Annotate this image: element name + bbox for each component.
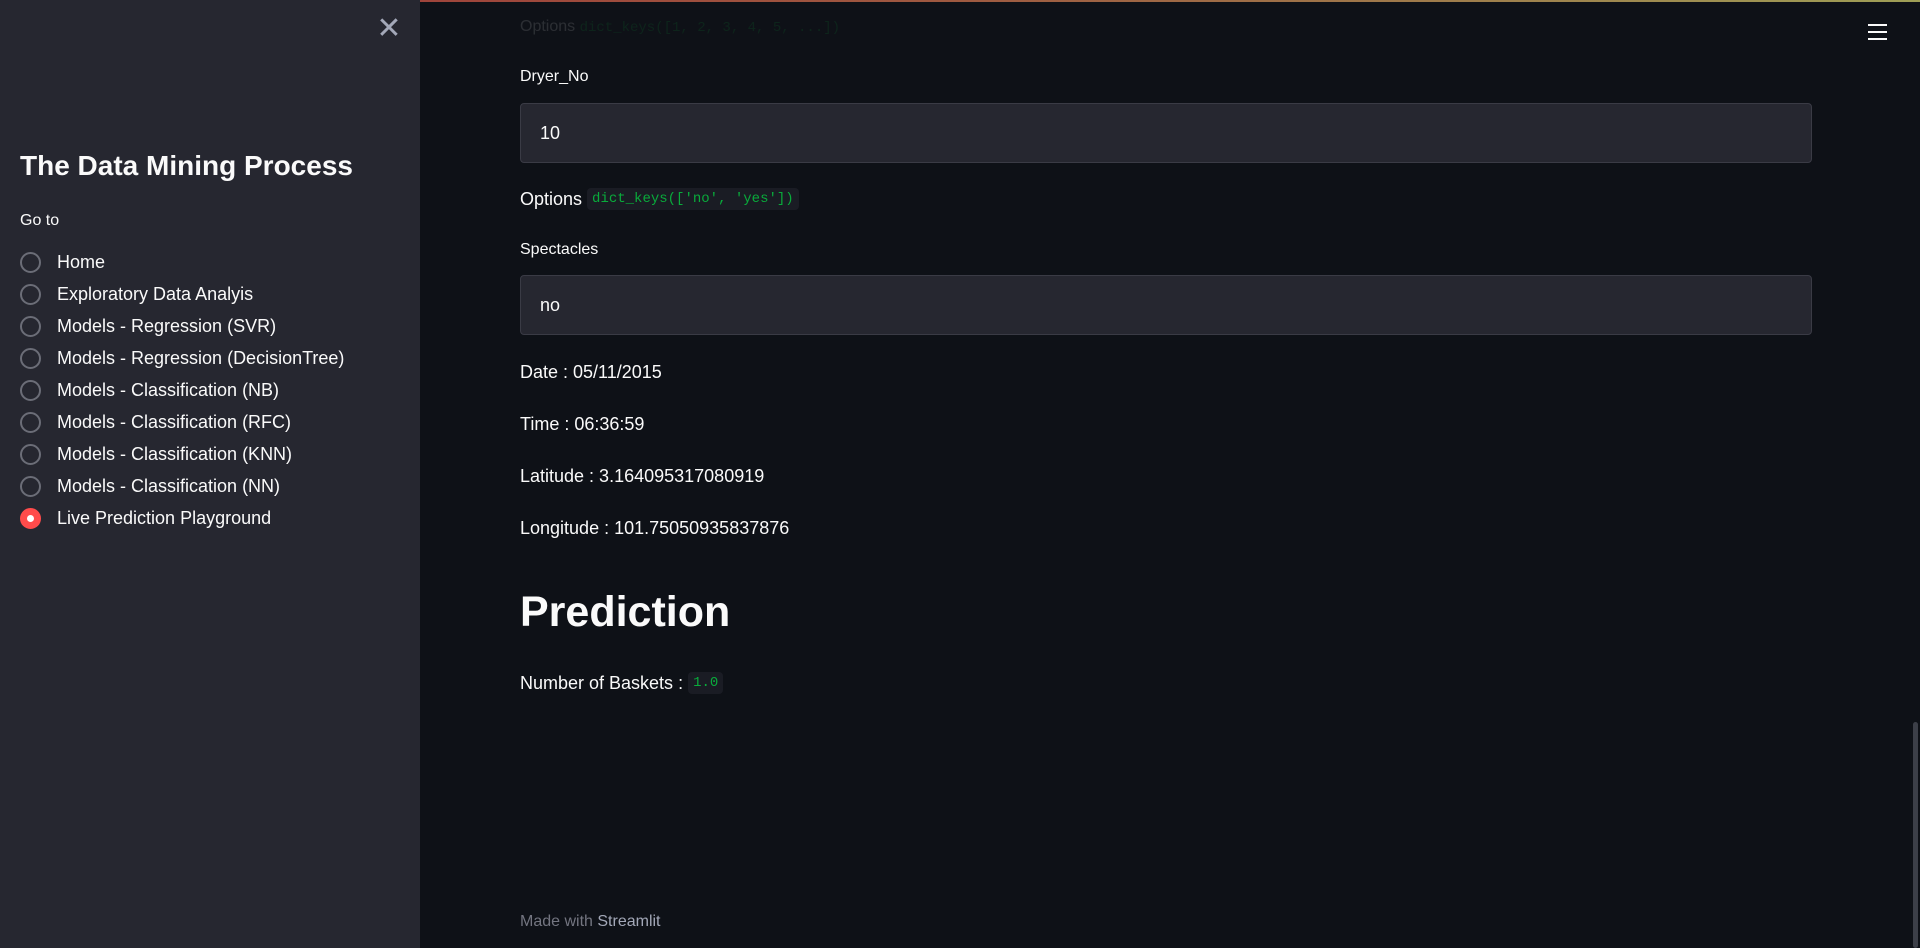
- close-sidebar-button[interactable]: ✕: [374, 14, 404, 44]
- nav-radio-label: Models - Classification (KNN): [57, 443, 293, 464]
- hamburger-menu-icon[interactable]: [1868, 24, 1890, 42]
- nav-radio-label: Home: [57, 251, 106, 272]
- nav-radio-label: Models - Regression (SVR): [57, 315, 277, 336]
- radio-button-icon[interactable]: [20, 315, 41, 337]
- nav-radio-option[interactable]: Models - Classification (RFC): [20, 406, 344, 438]
- nav-radio-option[interactable]: Home: [20, 246, 344, 278]
- radio-selected-dot-icon: [27, 514, 34, 522]
- spectacles-label: Spectacles: [520, 241, 599, 258]
- spectacles-options-line: Options dict_keys(['no', 'yes']): [520, 188, 799, 210]
- dryer-no-label: Dryer_No: [520, 68, 589, 85]
- nav-radio-option[interactable]: Live Prediction Playground: [20, 502, 344, 534]
- sidebar: ✕ The Data Mining Process Go to Home Expl…: [0, 0, 420, 948]
- radio-button-icon[interactable]: [20, 379, 41, 401]
- nav-radio-label: Models - Regression (DecisionTree): [57, 347, 345, 368]
- nav-radio-option[interactable]: Exploratory Data Analyis: [20, 278, 344, 310]
- spectacles-select[interactable]: no: [520, 275, 1812, 335]
- radio-button-icon[interactable]: [20, 443, 41, 465]
- nav-radio-label: Exploratory Data Analyis: [57, 283, 254, 304]
- baskets-label: Number of Baskets :: [520, 672, 684, 693]
- nav-radio-option[interactable]: Models - Regression (DecisionTree): [20, 342, 344, 374]
- nav-radio-label: Models - Classification (NN): [57, 475, 281, 496]
- options-label: Options: [520, 188, 583, 209]
- navigation-radio-group: Home Exploratory Data Analyis Models - Reg…: [20, 246, 344, 534]
- sidebar-title: The Data Mining Process: [20, 150, 353, 181]
- radio-button-icon[interactable]: [20, 251, 41, 273]
- latitude-text: Latitude : 3.164095317080919: [520, 466, 765, 486]
- footer: Made with Streamlit: [520, 913, 661, 931]
- faded-options-line: Options dict_keys([1, 2, 3, 4, 5, ...]): [520, 18, 841, 36]
- nav-radio-option[interactable]: Models - Classification (KNN): [20, 438, 344, 470]
- nav-radio-label: Models - Classification (NB): [57, 379, 280, 400]
- dryer-no-value: 10: [540, 122, 561, 143]
- nav-radio-label: Models - Classification (RFC): [57, 411, 292, 432]
- radio-button-icon[interactable]: [20, 283, 41, 305]
- scrollbar[interactable]: [1913, 722, 1918, 948]
- baskets-line: Number of Baskets : 1.0: [520, 672, 724, 694]
- nav-radio-label: Live Prediction Playground: [57, 507, 272, 528]
- prediction-heading: Prediction: [520, 588, 731, 636]
- radio-button-icon[interactable]: [20, 411, 41, 433]
- spectacles-value: no: [540, 294, 561, 315]
- radio-button-icon[interactable]: [20, 475, 41, 497]
- streamlit-link[interactable]: Streamlit: [597, 913, 660, 930]
- nav-radio-option[interactable]: Models - Regression (SVR): [20, 310, 344, 342]
- options-code: dict_keys(['no', 'yes']): [587, 188, 799, 210]
- dryer-no-select[interactable]: 10: [520, 103, 1812, 163]
- nav-radio-option[interactable]: Models - Classification (NB): [20, 374, 344, 406]
- date-text: Date : 05/11/2015: [520, 362, 662, 382]
- footer-made-with: Made with: [520, 913, 593, 930]
- longitude-text: Longitude : 101.75050935837876: [520, 518, 790, 538]
- baskets-value: 1.0: [688, 672, 724, 694]
- radio-button-icon[interactable]: [20, 347, 41, 369]
- nav-radio-option[interactable]: Models - Classification (NN): [20, 470, 344, 502]
- goto-label: Go to: [20, 212, 60, 229]
- time-text: Time : 06:36:59: [520, 414, 645, 434]
- radio-button-icon[interactable]: [20, 507, 41, 529]
